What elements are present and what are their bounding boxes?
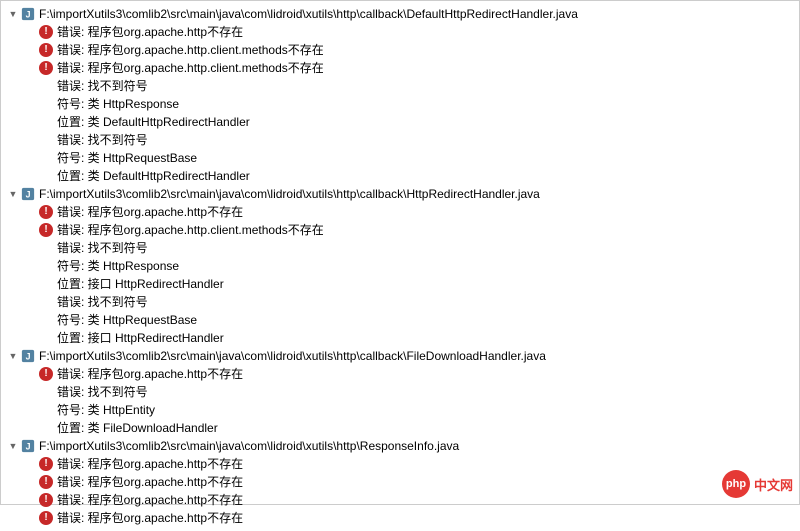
error-message[interactable]: 错误: 程序包org.apache.http.client.methods不存在	[57, 221, 324, 239]
java-file-icon: J	[21, 187, 35, 201]
watermark-badge: php 中文网	[722, 470, 793, 498]
error-icon: !	[39, 61, 53, 75]
error-icon: !	[39, 511, 53, 525]
error-line[interactable]: ! 错误: 程序包org.apache.http.client.methods不存…	[1, 59, 799, 77]
java-file-icon: J	[21, 349, 35, 363]
error-message[interactable]: 位置: 类 DefaultHttpRedirectHandler	[57, 167, 250, 185]
error-line[interactable]: 符号: 类 HttpRequestBase	[1, 149, 799, 167]
error-line[interactable]: 符号: 类 HttpEntity	[1, 401, 799, 419]
error-message[interactable]: 错误: 找不到符号	[57, 293, 148, 311]
badge-text: 中文网	[754, 475, 793, 494]
error-line[interactable]: ! 错误: 程序包org.apache.http不存在	[1, 23, 799, 41]
error-icon: !	[39, 43, 53, 57]
error-line[interactable]: 符号: 类 HttpResponse	[1, 95, 799, 113]
error-message[interactable]: 错误: 找不到符号	[57, 77, 148, 95]
error-icon: !	[39, 25, 53, 39]
badge-circle: php	[722, 470, 750, 498]
svg-text:J: J	[26, 442, 31, 452]
file-path[interactable]: F:\importXutils3\comlib2\src\main\java\c…	[39, 5, 578, 23]
error-message[interactable]: 错误: 程序包org.apache.http不存在	[57, 473, 243, 491]
error-line[interactable]: 错误: 找不到符号	[1, 131, 799, 149]
error-message[interactable]: 错误: 程序包org.apache.http不存在	[57, 203, 243, 221]
error-message[interactable]: 错误: 程序包org.apache.http不存在	[57, 491, 243, 509]
file-path[interactable]: F:\importXutils3\comlib2\src\main\java\c…	[39, 347, 546, 365]
error-message[interactable]: 位置: 类 FileDownloadHandler	[57, 419, 218, 437]
error-icon: !	[39, 475, 53, 489]
error-line[interactable]: ! 错误: 程序包org.apache.http不存在	[1, 509, 799, 527]
error-line[interactable]: 错误: 找不到符号	[1, 239, 799, 257]
error-icon: !	[39, 367, 53, 381]
error-icon: !	[39, 223, 53, 237]
error-message[interactable]: 错误: 程序包org.apache.http不存在	[57, 365, 243, 383]
error-line[interactable]: ! 错误: 程序包org.apache.http.client.methods不存…	[1, 41, 799, 59]
error-line[interactable]: ! 错误: 程序包org.apache.http不存在	[1, 473, 799, 491]
file-path[interactable]: F:\importXutils3\comlib2\src\main\java\c…	[39, 437, 459, 455]
collapse-icon[interactable]: ▼	[7, 350, 19, 362]
error-line[interactable]: 位置: 接口 HttpRedirectHandler	[1, 275, 799, 293]
java-file-icon: J	[21, 7, 35, 21]
error-message[interactable]: 错误: 找不到符号	[57, 131, 148, 149]
error-line[interactable]: 位置: 类 DefaultHttpRedirectHandler	[1, 113, 799, 131]
file-node[interactable]: ▼ J F:\importXutils3\comlib2\src\main\java…	[1, 437, 799, 455]
collapse-icon[interactable]: ▼	[7, 440, 19, 452]
error-message[interactable]: 符号: 类 HttpResponse	[57, 95, 179, 113]
error-tree: ▼ J F:\importXutils3\comlib2\src\main\java…	[1, 1, 799, 531]
error-message[interactable]: 符号: 类 HttpEntity	[57, 401, 155, 419]
error-message[interactable]: 错误: 找不到符号	[57, 383, 148, 401]
file-node[interactable]: ▼ J F:\importXutils3\comlib2\src\main\java…	[1, 5, 799, 23]
error-icon: !	[39, 457, 53, 471]
error-icon: !	[39, 205, 53, 219]
error-line[interactable]: 错误: 找不到符号	[1, 293, 799, 311]
error-line[interactable]: ! 错误: 程序包org.apache.http不存在	[1, 203, 799, 221]
error-message[interactable]: 符号: 类 HttpResponse	[57, 257, 179, 275]
error-message[interactable]: 错误: 找不到符号	[57, 239, 148, 257]
error-line[interactable]: 错误: 找不到符号	[1, 77, 799, 95]
error-line[interactable]: ! 错误: 程序包org.apache.http不存在	[1, 455, 799, 473]
error-line[interactable]: 位置: 类 FileDownloadHandler	[1, 419, 799, 437]
error-message[interactable]: 错误: 程序包org.apache.http不存在	[57, 23, 243, 41]
file-path[interactable]: F:\importXutils3\comlib2\src\main\java\c…	[39, 185, 540, 203]
error-message[interactable]: 符号: 类 HttpRequestBase	[57, 311, 197, 329]
error-message[interactable]: 位置: 类 DefaultHttpRedirectHandler	[57, 113, 250, 131]
error-message[interactable]: 错误: 程序包org.apache.http.client.methods不存在	[57, 59, 324, 77]
error-line[interactable]: 符号: 类 HttpResponse	[1, 257, 799, 275]
collapse-icon[interactable]: ▼	[7, 188, 19, 200]
error-line[interactable]: 错误: 找不到符号	[1, 383, 799, 401]
collapse-icon[interactable]: ▼	[7, 8, 19, 20]
error-message[interactable]: 错误: 程序包org.apache.http.client.methods不存在	[57, 41, 324, 59]
error-line[interactable]: ! 错误: 程序包org.apache.http不存在	[1, 365, 799, 383]
error-message[interactable]: 位置: 接口 HttpRedirectHandler	[57, 329, 224, 347]
error-message[interactable]: 位置: 接口 HttpRedirectHandler	[57, 275, 224, 293]
error-message[interactable]: 符号: 类 HttpRequestBase	[57, 149, 197, 167]
error-message[interactable]: 错误: 程序包org.apache.http不存在	[57, 455, 243, 473]
svg-text:J: J	[26, 352, 31, 362]
svg-text:J: J	[26, 10, 31, 20]
error-line[interactable]: 符号: 类 HttpRequestBase	[1, 311, 799, 329]
error-line[interactable]: 位置: 接口 HttpRedirectHandler	[1, 329, 799, 347]
error-line[interactable]: !错误: 程序包org.apache.http不存在	[1, 491, 799, 509]
file-node[interactable]: ▼ J F:\importXutils3\comlib2\src\main\java…	[1, 347, 799, 365]
file-node[interactable]: ▼ J F:\importXutils3\comlib2\src\main\java…	[1, 185, 799, 203]
svg-text:J: J	[26, 190, 31, 200]
error-message[interactable]: 错误: 程序包org.apache.http不存在	[57, 509, 243, 527]
error-line[interactable]: ! 错误: 程序包org.apache.http.client.methods不存…	[1, 221, 799, 239]
error-line[interactable]: 位置: 类 DefaultHttpRedirectHandler	[1, 167, 799, 185]
java-file-icon: J	[21, 439, 35, 453]
